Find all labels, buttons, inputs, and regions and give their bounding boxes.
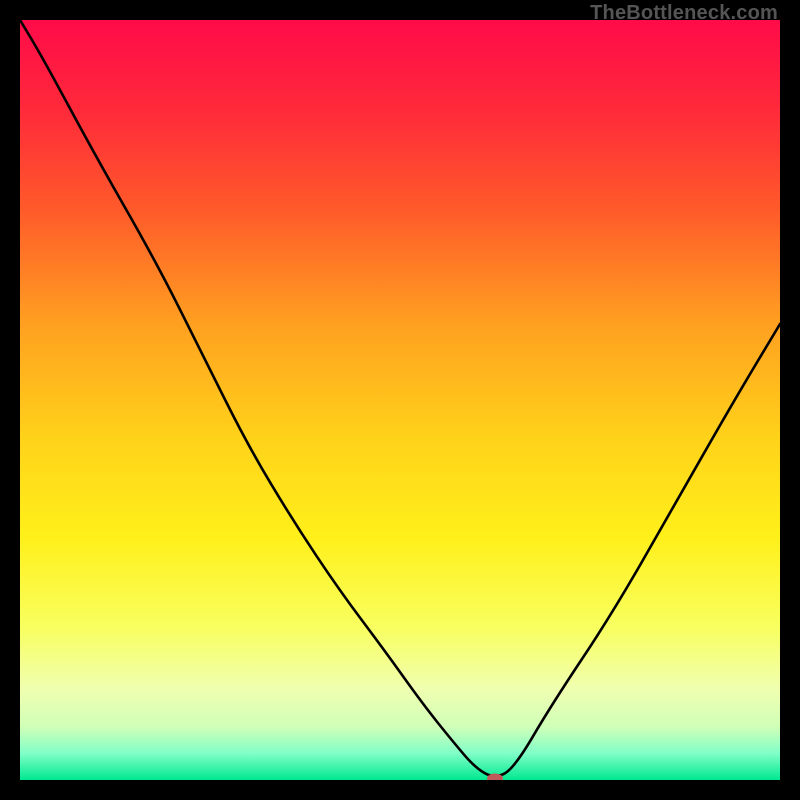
- chart-svg: [20, 20, 780, 780]
- plot-area: [20, 20, 780, 780]
- gradient-background: [20, 20, 780, 780]
- watermark: TheBottleneck.com: [590, 2, 778, 25]
- chart-container: TheBottleneck.com: [0, 0, 800, 800]
